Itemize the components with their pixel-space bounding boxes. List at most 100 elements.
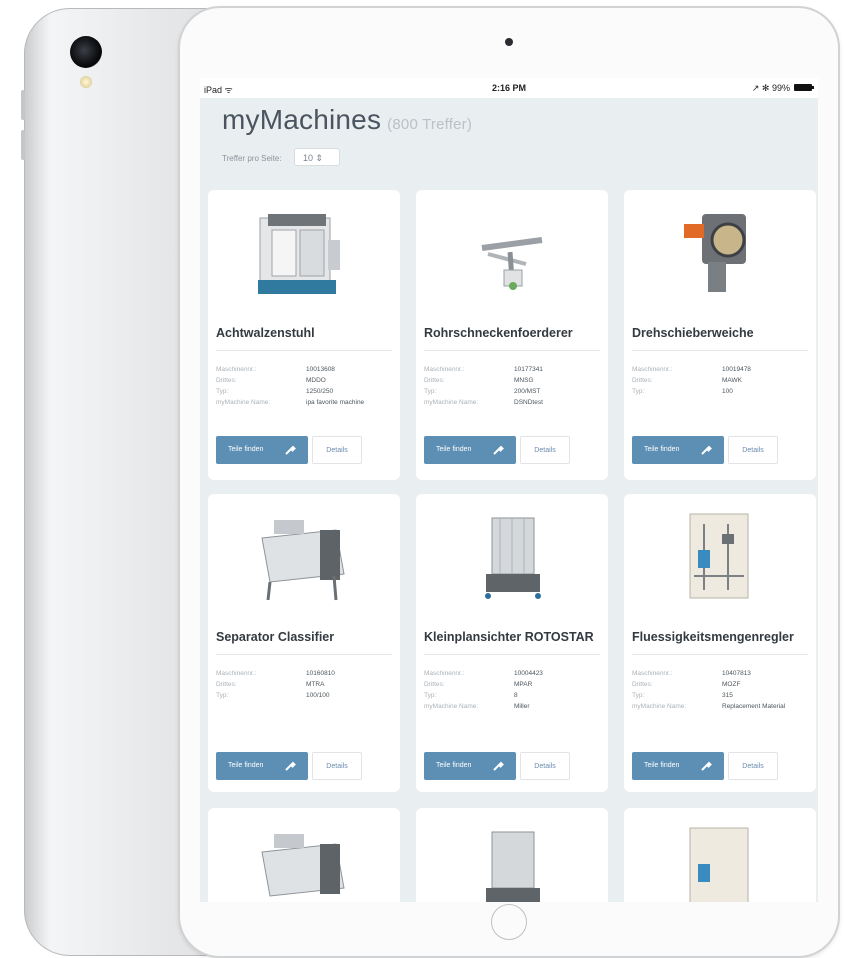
spec-label: Typ: — [632, 388, 645, 395]
spec-value: 10004423 — [514, 670, 543, 677]
machine-card[interactable]: Fluessigkeitsmengenregler Maschinennr.: 1… — [624, 494, 816, 792]
card-title[interactable]: Fluessigkeitsmengenregler — [632, 630, 810, 644]
find-parts-button[interactable]: Teile finden — [424, 436, 516, 464]
find-parts-label: Teile finden — [228, 446, 264, 453]
separator-image — [261, 834, 345, 897]
card-title[interactable]: Rohrschneckenfoerderer — [424, 326, 602, 340]
spec-value: MNSG — [514, 377, 534, 384]
find-parts-button[interactable]: Teile finden — [632, 752, 724, 780]
spec-row: Maschinennr.: 10177341 — [424, 366, 602, 376]
status-indicators: ↗ ✻ 99% — [751, 83, 790, 93]
volume-down-button — [21, 130, 25, 160]
divider — [216, 654, 392, 655]
spec-row: myMachine Name: DSNDtest — [424, 399, 602, 409]
wrench-icon — [285, 761, 296, 771]
spec-value: MTRA — [306, 681, 325, 688]
details-button[interactable]: Details — [520, 752, 570, 780]
spec-row: Drittes: MPAR — [424, 681, 602, 691]
card-title[interactable]: Drehschieberweiche — [632, 326, 810, 340]
result-count: (800 Treffer) — [387, 116, 473, 133]
spec-label: Drittes: — [424, 681, 445, 688]
spec-value: 1250/250 — [306, 388, 334, 395]
rear-camera-icon — [70, 36, 102, 68]
wrench-icon — [493, 761, 504, 771]
separator-image — [261, 520, 345, 601]
machine-card-partial[interactable] — [208, 808, 400, 902]
spec-value: 10013608 — [306, 366, 335, 373]
find-parts-button[interactable]: Teile finden — [632, 436, 724, 464]
divider — [632, 350, 808, 351]
spec-label: Typ: — [424, 692, 437, 699]
spec-row: Drittes: MAWK — [632, 377, 810, 387]
spec-row: myMachine Name: Replacement Material — [632, 703, 810, 713]
spec-row: Typ: 315 — [632, 692, 810, 702]
spec-label: Drittes: — [632, 377, 653, 384]
machine-card-partial[interactable] — [416, 808, 608, 902]
ipad-front-view: iPad ᯤ 2:16 PM ↗ ✻ 99% myMachines (800 Tr… — [180, 8, 838, 956]
spec-row: Drittes: MTRA — [216, 681, 394, 691]
spec-label: myMachine Name: — [216, 399, 271, 406]
roller-mill-image — [258, 214, 340, 294]
divider — [424, 350, 600, 351]
machine-card[interactable]: Rohrschneckenfoerderer Maschinennr.: 1017… — [416, 190, 608, 480]
find-parts-label: Teile finden — [644, 446, 680, 453]
machine-card[interactable]: Achtwalzenstuhl Maschinennr.: 10013608 Dr… — [208, 190, 400, 480]
machine-card[interactable]: Kleinplansichter ROTOSTAR Maschinennr.: 1… — [416, 494, 608, 792]
wrench-icon — [285, 445, 296, 455]
machine-card[interactable]: Separator Classifier Maschinennr.: 101608… — [208, 494, 400, 792]
volume-up-button — [21, 90, 25, 120]
details-button[interactable]: Details — [312, 436, 362, 464]
wrench-icon — [701, 761, 712, 771]
find-parts-label: Teile finden — [436, 762, 472, 769]
per-page-select[interactable]: 10 ⇕ — [294, 148, 340, 166]
spec-value: 200/MST — [514, 388, 541, 395]
find-parts-button[interactable]: Teile finden — [424, 752, 516, 780]
details-button[interactable]: Details — [728, 436, 778, 464]
details-button[interactable]: Details — [520, 436, 570, 464]
device-scene: iPad ᯤ 2:16 PM ↗ ✻ 99% myMachines (800 Tr… — [0, 0, 844, 958]
flow-regulator-image — [689, 827, 749, 902]
spec-value: 10160810 — [306, 670, 335, 677]
plansifter-image — [485, 517, 541, 599]
spec-value: MOZF — [722, 681, 741, 688]
card-title[interactable]: Separator Classifier — [216, 630, 394, 644]
screw-conveyor-image — [481, 237, 543, 290]
spec-value: Miller — [514, 703, 530, 710]
spec-label: myMachine Name: — [632, 703, 687, 710]
spec-row: Maschinennr.: 10160810 — [216, 670, 394, 680]
spec-row: Typ: 100 — [632, 388, 810, 398]
find-parts-button[interactable]: Teile finden — [216, 436, 308, 464]
details-button[interactable]: Details — [728, 752, 778, 780]
machine-card-partial[interactable] — [624, 808, 816, 902]
spec-row: Drittes: MOZF — [632, 681, 810, 691]
divider — [632, 654, 808, 655]
home-button[interactable] — [491, 904, 527, 940]
divider — [424, 654, 600, 655]
spec-value: 315 — [722, 692, 733, 699]
spec-label: Maschinennr.: — [632, 670, 673, 677]
card-title[interactable]: Kleinplansichter ROTOSTAR — [424, 630, 602, 644]
machine-card[interactable]: Drehschieberweiche Maschinennr.: 10019478… — [624, 190, 816, 480]
spec-label: Maschinennr.: — [424, 366, 465, 373]
spec-value: MAWK — [722, 377, 742, 384]
spec-row: Typ: 1250/250 — [216, 388, 394, 398]
divider — [216, 350, 392, 351]
find-parts-button[interactable]: Teile finden — [216, 752, 308, 780]
spec-label: Drittes: — [216, 681, 237, 688]
spec-row: myMachine Name: ipa favorite machine — [216, 399, 394, 409]
card-title[interactable]: Achtwalzenstuhl — [216, 326, 394, 340]
spec-value: 10177341 — [514, 366, 543, 373]
spec-label: Typ: — [216, 692, 229, 699]
plansifter-image — [486, 831, 540, 902]
page-title-text: myMachines — [222, 104, 382, 135]
status-time: 2:16 PM — [491, 83, 526, 93]
spec-label: Drittes: — [632, 681, 653, 688]
spec-label: Maschinennr.: — [424, 670, 465, 677]
spec-label: Maschinennr.: — [216, 670, 257, 677]
spec-value: MDDO — [306, 377, 326, 384]
spec-row: Typ: 100/100 — [216, 692, 394, 702]
spec-value: 100/100 — [306, 692, 330, 699]
spec-label: Typ: — [424, 388, 437, 395]
battery-icon — [794, 84, 814, 91]
details-button[interactable]: Details — [312, 752, 362, 780]
